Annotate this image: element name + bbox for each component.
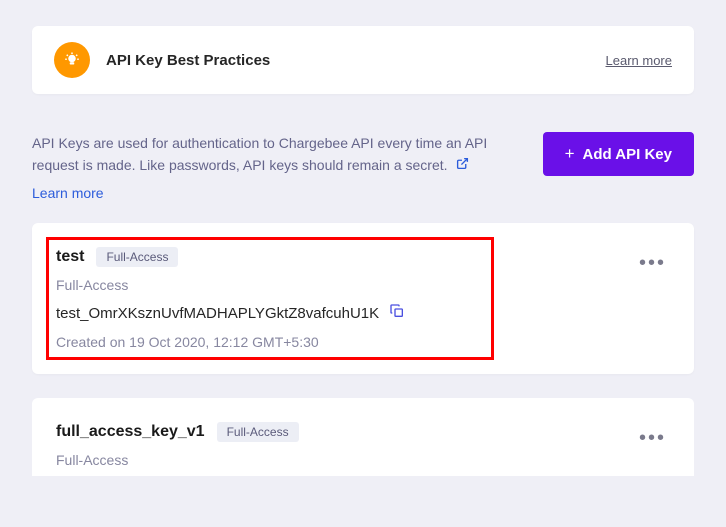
- lightbulb-icon: [54, 42, 90, 78]
- created-timestamp: Created on 19 Oct 2020, 12:12 GMT+5:30: [56, 334, 670, 350]
- key-name: test: [56, 248, 84, 266]
- api-key-card: full_access_key_v1 Full-Access ••• Full-…: [32, 398, 694, 476]
- banner-learn-more-link[interactable]: Learn more: [606, 53, 672, 68]
- banner-title: API Key Best Practices: [106, 52, 606, 69]
- copy-icon[interactable]: [389, 303, 405, 324]
- key-value-row: test_OmrXKsznUvfMADHAPLYGktZ8vafcuhU1K: [56, 303, 670, 324]
- plus-icon: +: [565, 144, 575, 164]
- intro-learn-more-link[interactable]: Learn more: [32, 185, 519, 201]
- access-label: Full-Access: [56, 277, 670, 293]
- best-practices-banner: API Key Best Practices Learn more: [32, 26, 694, 94]
- key-name: full_access_key_v1: [56, 423, 205, 441]
- intro-text: API Keys are used for authentication to …: [32, 135, 487, 173]
- add-button-label: Add API Key: [583, 146, 672, 163]
- key-value: test_OmrXKsznUvfMADHAPLYGktZ8vafcuhU1K: [56, 305, 379, 322]
- intro-text-block: API Keys are used for authentication to …: [32, 132, 519, 201]
- intro-section: API Keys are used for authentication to …: [32, 132, 694, 201]
- access-badge: Full-Access: [217, 422, 299, 442]
- card-header: full_access_key_v1 Full-Access: [56, 422, 670, 442]
- access-badge: Full-Access: [96, 247, 178, 267]
- card-header: test Full-Access: [56, 247, 670, 267]
- more-options-button[interactable]: •••: [635, 424, 670, 452]
- api-key-card: test Full-Access ••• Full-Access test_Om…: [32, 223, 694, 374]
- more-options-button[interactable]: •••: [635, 249, 670, 277]
- add-api-key-button[interactable]: + Add API Key: [543, 132, 694, 176]
- external-link-icon[interactable]: [456, 157, 469, 175]
- access-label: Full-Access: [56, 452, 670, 468]
